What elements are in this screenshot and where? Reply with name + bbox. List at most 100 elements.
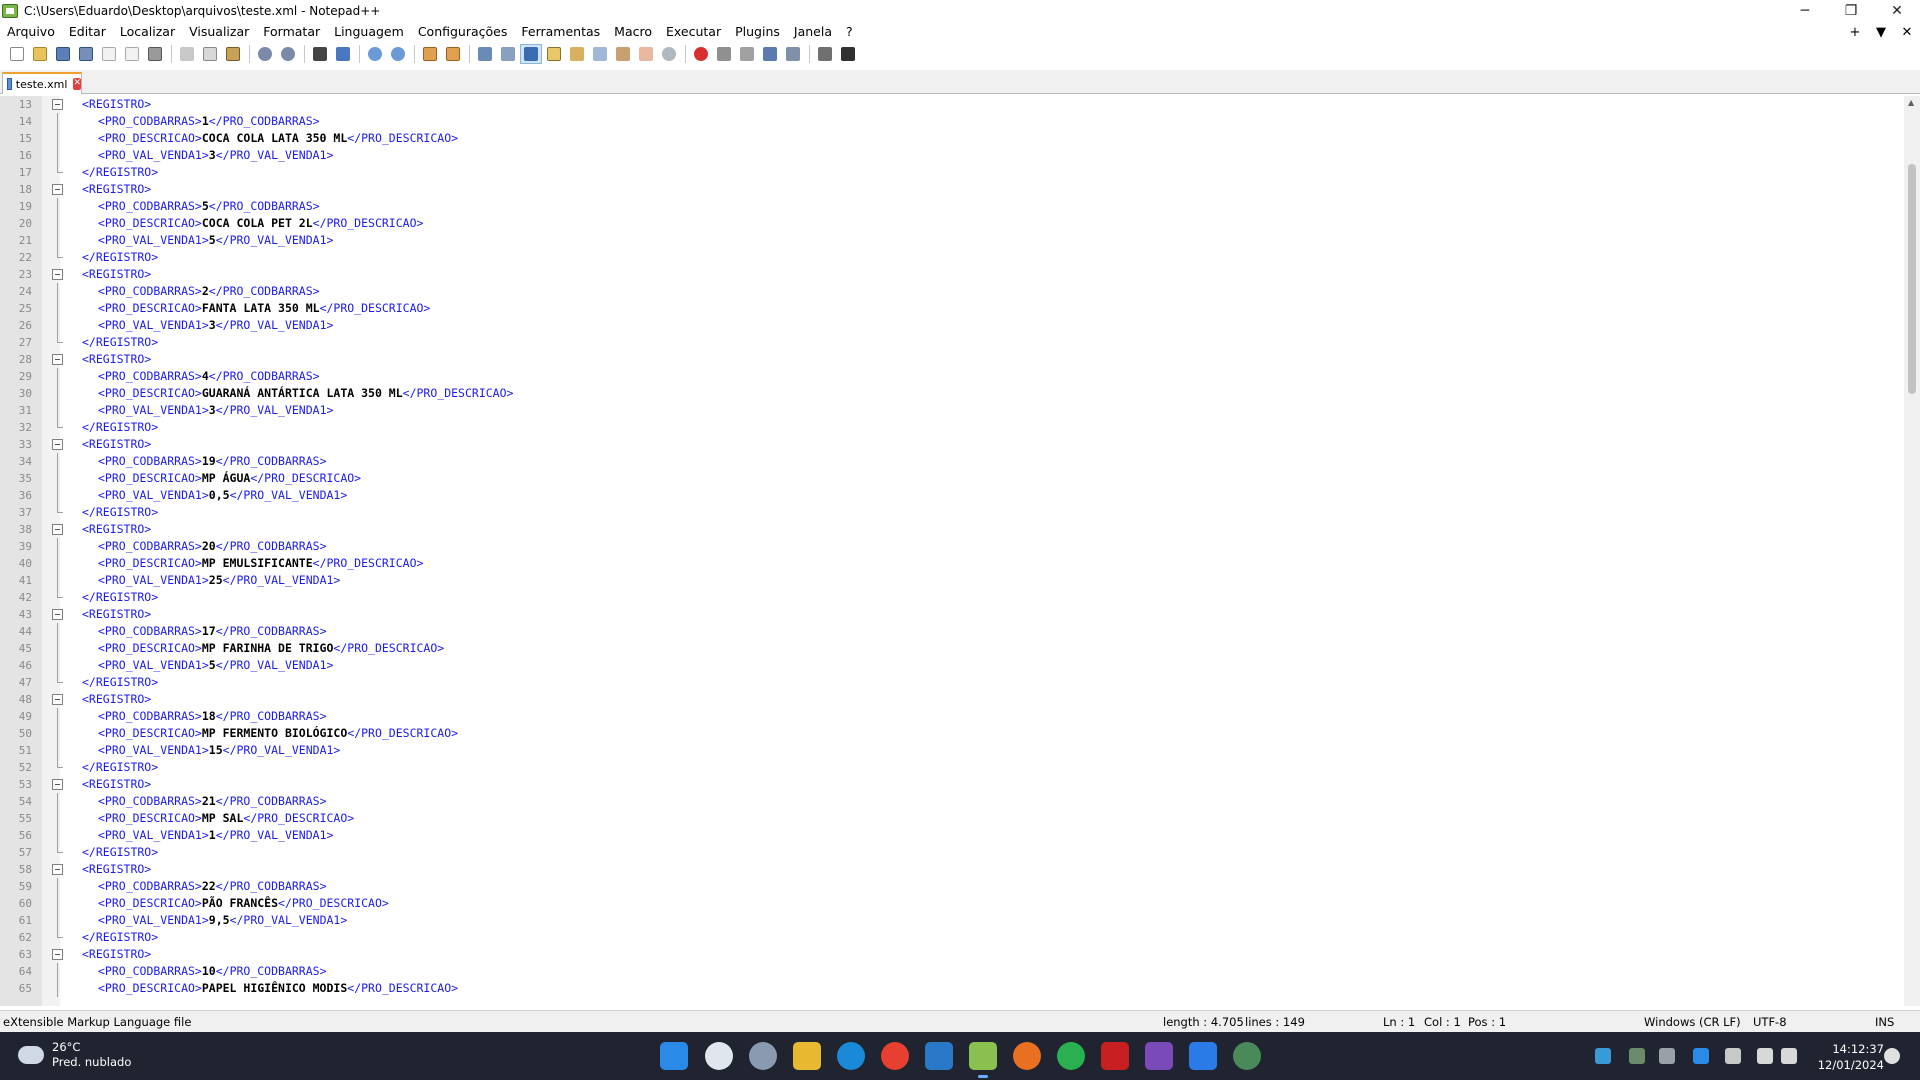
code-line[interactable]: 19 <PRO_CODBARRAS>5</PRO_CODBARRAS>: [0, 198, 1904, 215]
code-line[interactable]: 18 <REGISTRO>: [0, 181, 1904, 198]
code-line[interactable]: 51 <PRO_VAL_VENDA1>15</PRO_VAL_VENDA1>: [0, 742, 1904, 759]
fold-toggle-icon[interactable]: [52, 439, 63, 450]
fold-toggle-icon[interactable]: [52, 779, 63, 790]
menu-macro[interactable]: Macro: [607, 22, 659, 42]
code-line[interactable]: 14 <PRO_CODBARRAS>1</PRO_CODBARRAS>: [0, 113, 1904, 130]
pen-tray-icon[interactable]: [1595, 1048, 1611, 1064]
fold-toggle-icon[interactable]: [52, 99, 63, 110]
encoding-label[interactable]: UTF-8: [1753, 1015, 1787, 1029]
firefox-browser-icon[interactable]: [1013, 1042, 1041, 1070]
editor-area[interactable]: 13 <REGISTRO> 14 <PRO_CODBARRAS>1</PRO_CODB…: [0, 96, 1920, 1006]
folder-workspace-button[interactable]: [635, 44, 657, 64]
remote-desktop-icon[interactable]: [925, 1042, 953, 1070]
code-line[interactable]: 21 <PRO_VAL_VENDA1>5</PRO_VAL_VENDA1>: [0, 232, 1904, 249]
code-line[interactable]: 55 <PRO_DESCRICAO>MP SAL</PRO_DESCRICAO>: [0, 810, 1904, 827]
doc-map-button[interactable]: [566, 44, 588, 64]
code-line[interactable]: 52 </REGISTRO>: [0, 759, 1904, 776]
code-line[interactable]: 33 <REGISTRO>: [0, 436, 1904, 453]
close-doc-button[interactable]: ✕: [1894, 25, 1920, 40]
visual-studio-icon[interactable]: [1145, 1042, 1173, 1070]
tab-list-button[interactable]: ▼: [1868, 25, 1894, 40]
system-clock[interactable]: 14:12:37 12/01/2024: [1818, 1041, 1884, 1073]
code-line[interactable]: 30 <PRO_DESCRICAO>GUARANÁ ANTÁRTICA LATA …: [0, 385, 1904, 402]
start-button-icon[interactable]: [660, 1042, 688, 1070]
code-line[interactable]: 35 <PRO_DESCRICAO>MP ÁGUA</PRO_DESCRICAO>: [0, 470, 1904, 487]
tab-close-icon[interactable]: ✕: [73, 78, 81, 90]
menu-arquivo[interactable]: Arquivo: [0, 22, 62, 42]
code-line[interactable]: 56 <PRO_VAL_VENDA1>1</PRO_VAL_VENDA1>: [0, 827, 1904, 844]
code-line[interactable]: 15 <PRO_DESCRICAO>COCA COLA LATA 350 ML</…: [0, 130, 1904, 147]
menu-linguagem[interactable]: Linguagem: [327, 22, 411, 42]
code-line[interactable]: 24 <PRO_CODBARRAS>2</PRO_CODBARRAS>: [0, 283, 1904, 300]
code-line[interactable]: 64 <PRO_CODBARRAS>10</PRO_CODBARRAS>: [0, 963, 1904, 980]
code-line[interactable]: 63 <REGISTRO>: [0, 946, 1904, 963]
volume-icon[interactable]: [1781, 1048, 1797, 1064]
sync-vertical-button[interactable]: [419, 44, 441, 64]
sync-horizontal-button[interactable]: [442, 44, 464, 64]
tab-teste-xml[interactable]: teste.xml ✕: [2, 72, 82, 94]
code-line[interactable]: 45 <PRO_DESCRICAO>MP FARINHA DE TRIGO</PR…: [0, 640, 1904, 657]
file-explorer-icon[interactable]: [793, 1042, 821, 1070]
weather-widget[interactable]: 26°C Pred. nublado: [18, 1040, 131, 1070]
code-line[interactable]: 16 <PRO_VAL_VENDA1>3</PRO_VAL_VENDA1>: [0, 147, 1904, 164]
show-all-chars-button[interactable]: [497, 44, 519, 64]
insert-mode-label[interactable]: INS: [1875, 1015, 1894, 1029]
redo-button[interactable]: [277, 44, 299, 64]
close-all-button[interactable]: [121, 44, 143, 64]
code-view[interactable]: 13 <REGISTRO> 14 <PRO_CODBARRAS>1</PRO_CODB…: [0, 96, 1904, 997]
vertical-scrollbar[interactable]: ▲: [1904, 96, 1920, 1006]
close-button[interactable]: ✕: [1874, 0, 1920, 22]
save-button[interactable]: [52, 44, 74, 64]
stop-macro-button[interactable]: [713, 44, 735, 64]
code-line[interactable]: 60 <PRO_DESCRICAO>PÃO FRANCÊS</PRO_DESCRI…: [0, 895, 1904, 912]
undo-button[interactable]: [254, 44, 276, 64]
edge-browser-icon[interactable]: [837, 1042, 865, 1070]
menu-help[interactable]: ?: [839, 22, 860, 42]
chrome-browser-icon[interactable]: [881, 1042, 909, 1070]
code-line[interactable]: 57 </REGISTRO>: [0, 844, 1904, 861]
code-line[interactable]: 46 <PRO_VAL_VENDA1>5</PRO_VAL_VENDA1>: [0, 657, 1904, 674]
code-line[interactable]: 54 <PRO_CODBARRAS>21</PRO_CODBARRAS>: [0, 793, 1904, 810]
code-line[interactable]: 26 <PRO_VAL_VENDA1>3</PRO_VAL_VENDA1>: [0, 317, 1904, 334]
filezilla-icon[interactable]: [1101, 1042, 1129, 1070]
code-line[interactable]: 48 <REGISTRO>: [0, 691, 1904, 708]
code-line[interactable]: 50 <PRO_DESCRICAO>MP FERMENTO BIOLÓGICO</…: [0, 725, 1904, 742]
open-file-button[interactable]: [29, 44, 51, 64]
code-line[interactable]: 25 <PRO_DESCRICAO>FANTA LATA 350 ML</PRO_…: [0, 300, 1904, 317]
record-macro-button[interactable]: [690, 44, 712, 64]
fold-toggle-icon[interactable]: [52, 694, 63, 705]
code-line[interactable]: 40 <PRO_DESCRICAO>MP EMULSIFICANTE</PRO_D…: [0, 555, 1904, 572]
menu-visualizar[interactable]: Visualizar: [182, 22, 256, 42]
replace-button[interactable]: [332, 44, 354, 64]
code-line[interactable]: 20 <PRO_DESCRICAO>COCA COLA PET 2L</PRO_D…: [0, 215, 1904, 232]
code-line[interactable]: 49 <PRO_CODBARRAS>18</PRO_CODBARRAS>: [0, 708, 1904, 725]
save-all-button[interactable]: [75, 44, 97, 64]
udl-button[interactable]: [543, 44, 565, 64]
plugin-search-button[interactable]: [837, 44, 859, 64]
fold-toggle-icon[interactable]: [52, 609, 63, 620]
code-line[interactable]: 59 <PRO_CODBARRAS>22</PRO_CODBARRAS>: [0, 878, 1904, 895]
code-line[interactable]: 43 <REGISTRO>: [0, 606, 1904, 623]
char-position-label[interactable]: Pos : 1: [1468, 1015, 1506, 1029]
code-line[interactable]: 44 <PRO_CODBARRAS>17</PRO_CODBARRAS>: [0, 623, 1904, 640]
scroll-up-icon[interactable]: ▲: [1908, 98, 1914, 107]
scrollbar-thumb[interactable]: [1908, 164, 1916, 394]
code-line[interactable]: 17 </REGISTRO>: [0, 164, 1904, 181]
code-line[interactable]: 61 <PRO_VAL_VENDA1>9,5</PRO_VAL_VENDA1>: [0, 912, 1904, 929]
code-line[interactable]: 29 <PRO_CODBARRAS>4</PRO_CODBARRAS>: [0, 368, 1904, 385]
fold-toggle-icon[interactable]: [52, 184, 63, 195]
eol-format-label[interactable]: Windows (CR LF): [1644, 1015, 1741, 1029]
maximize-button[interactable]: ❐: [1828, 0, 1874, 22]
code-line[interactable]: 36 <PRO_VAL_VENDA1>0,5</PRO_VAL_VENDA1>: [0, 487, 1904, 504]
fold-toggle-icon[interactable]: [52, 864, 63, 875]
usb-tray-icon[interactable]: [1659, 1048, 1675, 1064]
find-button[interactable]: [309, 44, 331, 64]
new-tab-button[interactable]: +: [1842, 25, 1868, 40]
menu-executar[interactable]: Executar: [659, 22, 728, 42]
menu-configuracoes[interactable]: Configurações: [411, 22, 515, 42]
menu-ferramentas[interactable]: Ferramentas: [514, 22, 607, 42]
indent-guide-button[interactable]: [520, 44, 542, 64]
menu-formatar[interactable]: Formatar: [256, 22, 327, 42]
zoom-out-button[interactable]: [387, 44, 409, 64]
code-line[interactable]: 28 <REGISTRO>: [0, 351, 1904, 368]
